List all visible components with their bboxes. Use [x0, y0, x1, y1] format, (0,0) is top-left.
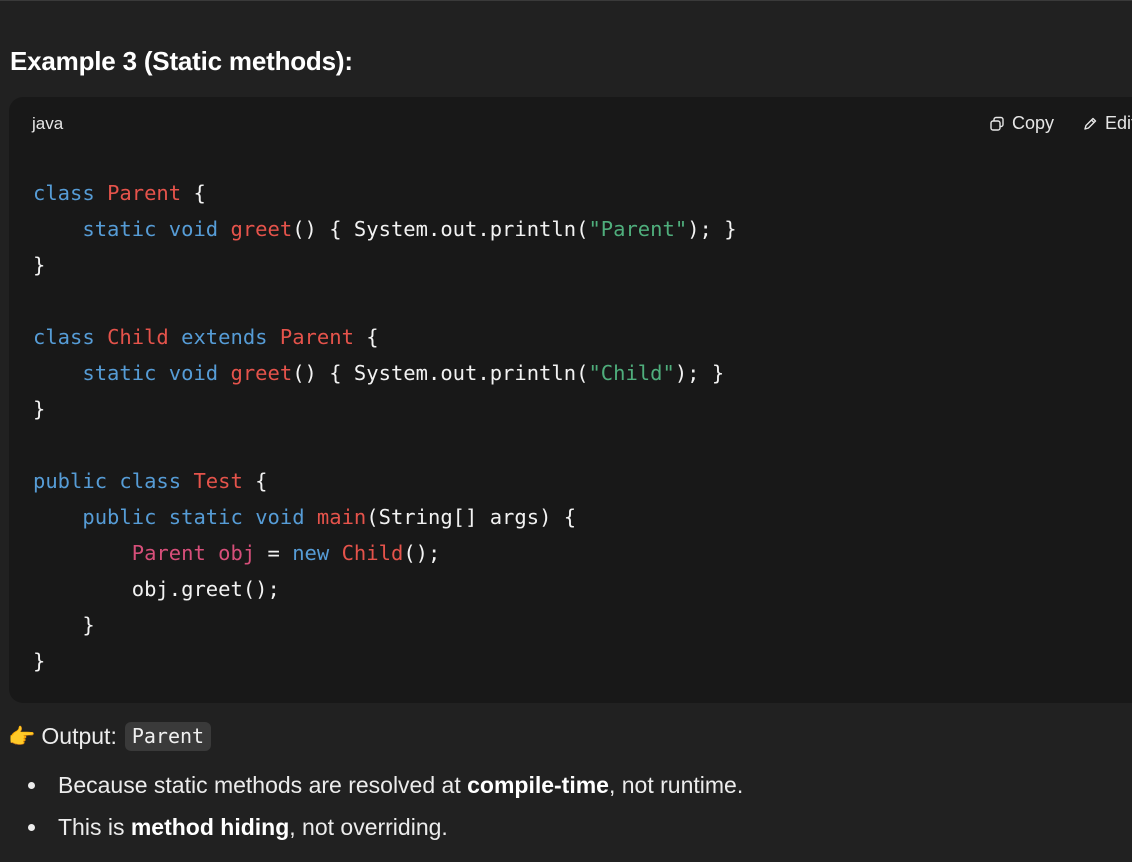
- code-line: }: [33, 649, 45, 673]
- copy-button-label: Copy: [1012, 113, 1055, 133]
- list-item-text: Because static methods are resolved at: [58, 772, 468, 798]
- code-token: greet: [230, 217, 293, 241]
- code-line: obj.greet();: [33, 577, 280, 601]
- code-token: obj: [218, 541, 256, 565]
- code-token: extends: [181, 325, 268, 349]
- code-token: greet: [230, 361, 293, 385]
- code-line: class Parent {: [33, 181, 206, 205]
- section-heading: Example 3 (Static methods):: [10, 46, 353, 76]
- code-line: static void greet() { System.out.println…: [33, 217, 737, 241]
- output-line: 👉 Output: Parent: [8, 722, 212, 751]
- edit-button[interactable]: Edit: [1082, 113, 1132, 134]
- code-token: public: [82, 505, 157, 529]
- list-item-text: , not runtime.: [608, 772, 744, 798]
- bullet-marker: [28, 824, 35, 831]
- list-item-text: , not overriding.: [289, 814, 448, 840]
- output-label: Output:: [41, 723, 117, 749]
- code-token: }: [33, 253, 46, 277]
- code-token: class: [33, 325, 95, 349]
- copy-icon: [990, 116, 1004, 131]
- code-token: new: [292, 541, 330, 565]
- code-token: }: [33, 649, 46, 673]
- code-token: =: [255, 541, 293, 565]
- code-language-label: java: [32, 114, 64, 133]
- code-line: }: [33, 253, 45, 277]
- code-token: "Child": [588, 361, 675, 385]
- code-token: class: [33, 181, 95, 205]
- code-token: Parent: [279, 325, 354, 349]
- output-value: Parent: [124, 722, 212, 751]
- code-token: class: [119, 469, 182, 493]
- code-token: "Parent": [588, 217, 688, 241]
- code-line: }: [33, 397, 45, 421]
- code-token: public: [33, 469, 108, 493]
- code-token: obj.greet();: [33, 577, 280, 601]
- code-token: static: [168, 505, 243, 529]
- edit-button-label: Edit: [1105, 113, 1132, 133]
- code-line: }: [33, 613, 95, 637]
- pointing-hand-icon: 👉: [8, 723, 36, 749]
- code-token: {: [353, 325, 379, 349]
- code-token: ();: [403, 541, 441, 565]
- code-token: static: [82, 361, 157, 385]
- code-token: Parent: [131, 541, 206, 565]
- code-token: static: [82, 217, 157, 241]
- code-token: }: [33, 397, 46, 421]
- code-token: {: [181, 181, 206, 205]
- pencil-icon: [1084, 117, 1097, 130]
- code-token: {: [242, 469, 268, 493]
- code-block-header: java Copy Edit: [9, 97, 1132, 149]
- code-token: void: [168, 217, 219, 241]
- list-item-text: This is: [58, 814, 131, 840]
- list-item-bold: compile-time: [467, 772, 609, 798]
- code-token: void: [168, 361, 219, 385]
- code-token: void: [255, 505, 305, 529]
- code-token: Test: [193, 469, 243, 493]
- explanation-list: Because static methods are resolved at c…: [0, 766, 743, 850]
- code-block: java Copy Edit class Parent { static voi…: [9, 97, 1132, 703]
- code-token: Child: [107, 325, 169, 349]
- code-token: }: [33, 613, 95, 637]
- list-item-bold: method hiding: [130, 814, 290, 840]
- code-token: ); }: [687, 217, 737, 241]
- top-divider: [0, 0, 1132, 1]
- list-item: Because static methods are resolved at c…: [0, 766, 743, 808]
- code-token: (String[] args) {: [366, 505, 577, 529]
- code-line: class Child extends Parent {: [33, 325, 379, 349]
- code-token: main: [316, 505, 367, 529]
- bullet-marker: [28, 782, 35, 789]
- code-line: public class Test {: [33, 469, 268, 493]
- code-token: () { System.out.println(: [292, 217, 589, 241]
- list-item: This is method hiding, not overriding.: [0, 808, 743, 850]
- code-line: public static void main(String[] args) {: [33, 505, 576, 529]
- code-token: Parent: [107, 181, 182, 205]
- code-content: class Parent { static void greet() { Sys…: [33, 175, 737, 679]
- code-token: Child: [341, 541, 404, 565]
- code-token: ); }: [674, 361, 725, 385]
- code-line: Parent obj = new Child();: [33, 541, 441, 565]
- copy-button[interactable]: Copy: [989, 113, 1054, 134]
- code-line: static void greet() { System.out.println…: [33, 361, 724, 385]
- code-token: () { System.out.println(: [292, 361, 589, 385]
